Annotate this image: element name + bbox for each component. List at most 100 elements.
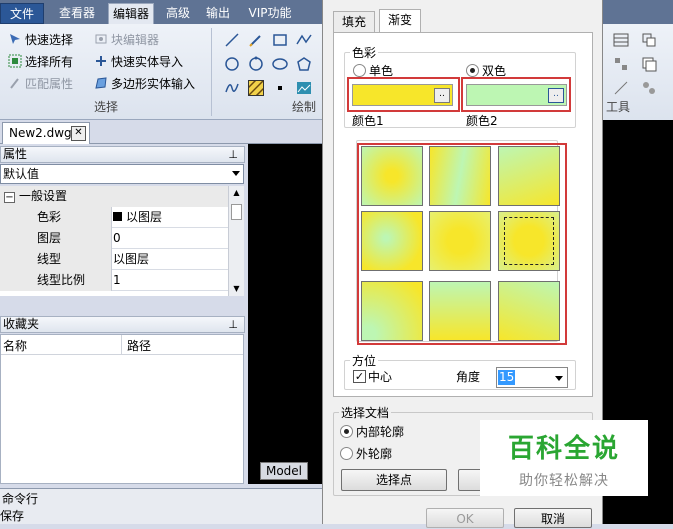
block-editor-button[interactable]: 块编辑器 — [94, 30, 159, 50]
tab-viewer[interactable]: 查看器 — [54, 3, 100, 24]
gradient-pattern-2[interactable] — [429, 146, 491, 206]
property-category-row[interactable]: − 一般设置 — [0, 186, 228, 207]
single-color-radio[interactable] — [353, 64, 366, 77]
polygon-tool-icon[interactable] — [296, 56, 312, 72]
model-tab[interactable]: Model — [260, 462, 308, 480]
trim-tool-icon[interactable] — [613, 80, 629, 96]
property-key: 色彩 — [0, 207, 112, 228]
gradient-pattern-8[interactable] — [429, 281, 491, 341]
layers-tool-icon[interactable] — [641, 56, 657, 72]
pin-icon[interactable]: ⊥ — [228, 317, 238, 332]
tab-vip[interactable]: VIP功能 — [244, 3, 296, 24]
property-value: 0 — [113, 231, 121, 245]
dual-color-radio[interactable] — [466, 64, 479, 77]
property-row[interactable]: 色彩 以图层 — [0, 207, 228, 228]
ok-button[interactable]: OK — [426, 508, 504, 528]
circle-3pt-tool-icon[interactable] — [248, 56, 264, 72]
col-path-header[interactable]: 路径 — [127, 337, 151, 354]
block-editor-icon — [94, 32, 108, 46]
select-all-icon — [8, 54, 22, 68]
collapse-icon[interactable]: − — [4, 192, 15, 203]
property-key: 线型 — [0, 249, 112, 270]
plus-icon — [94, 54, 108, 68]
scroll-down-icon[interactable]: ▼ — [231, 284, 242, 294]
scroll-thumb[interactable] — [231, 204, 242, 220]
property-scrollbar[interactable]: ▲ ▼ — [228, 186, 244, 296]
pin-icon[interactable]: ⊥ — [228, 147, 238, 162]
tab-advanced[interactable]: 高级 — [162, 3, 194, 24]
property-row[interactable]: 线型比例 1 — [0, 270, 228, 291]
pick-points-button[interactable]: 选择点 — [341, 469, 447, 491]
col-name-header[interactable]: 名称 — [3, 337, 27, 354]
color2-swatch[interactable]: .. — [466, 84, 567, 106]
tab-output[interactable]: 输出 — [202, 3, 234, 24]
chevron-down-icon — [232, 171, 240, 176]
puzzle-tool-icon[interactable] — [641, 80, 657, 96]
tab-fill[interactable]: 填充 — [333, 11, 376, 33]
document-tab[interactable]: New2.dwg ✕ — [2, 122, 90, 144]
hatch-tool-icon[interactable] — [244, 76, 268, 100]
ribbon-right-area: 工具 — [603, 24, 673, 120]
tab-file[interactable]: 文件 — [0, 3, 44, 24]
quick-import-button[interactable]: 快速实体导入 — [94, 52, 183, 72]
polygon-input-button[interactable]: 多边形实体输入 — [94, 74, 195, 94]
color2-label: 颜色2 — [466, 114, 498, 128]
color2-picker-button[interactable]: .. — [548, 88, 564, 103]
rectangle-tool-icon[interactable] — [272, 32, 288, 48]
center-checkbox[interactable]: ✓ — [353, 370, 366, 383]
property-value: 以图层 — [113, 207, 162, 228]
drawing-canvas[interactable] — [248, 144, 322, 484]
property-key: 图层 — [0, 228, 112, 249]
image-tool-icon[interactable] — [296, 80, 312, 96]
close-icon[interactable]: ✕ — [71, 126, 86, 141]
chevron-down-icon — [555, 376, 563, 381]
inner-outline-radio[interactable] — [340, 425, 353, 438]
spline-tool-icon[interactable] — [224, 80, 240, 96]
gradient-pattern-3[interactable] — [498, 146, 560, 206]
watermark-subtitle: 助你轻松解决 — [519, 473, 609, 489]
quick-select-button[interactable]: 快速选择 — [8, 30, 73, 50]
command-line-title: 命令行 — [2, 492, 39, 506]
color1-swatch[interactable]: .. — [352, 84, 453, 106]
color1-label: 颜色1 — [352, 114, 384, 128]
color1-picker-button[interactable]: .. — [434, 88, 450, 103]
gradient-pattern-5[interactable] — [429, 211, 491, 271]
match-props-button[interactable]: 匹配属性 — [8, 74, 73, 94]
grid-tool-icon[interactable] — [613, 32, 629, 48]
inner-outline-label: 内部轮廓 — [356, 425, 405, 439]
cancel-button[interactable]: 取消 — [514, 508, 592, 528]
polygon-icon — [94, 76, 108, 90]
blocks-tool-icon[interactable] — [613, 56, 629, 72]
category-label: − 一般设置 — [0, 186, 228, 207]
document-tab-label: New2.dwg — [9, 126, 72, 140]
tab-editor[interactable]: 编辑器 — [108, 3, 154, 24]
line-tool-icon[interactable] — [224, 32, 240, 48]
angle-select[interactable]: 15 — [496, 367, 568, 388]
properties-combo[interactable]: 默认值 — [0, 164, 244, 184]
gradient-pattern-9[interactable] — [498, 281, 560, 341]
select-all-button[interactable]: 选择所有 — [8, 52, 73, 72]
gradient-pattern-6[interactable] — [498, 211, 560, 271]
circle-tool-icon[interactable] — [224, 56, 240, 72]
favorites-panel — [0, 334, 244, 484]
favorites-header: 名称 路径 — [1, 335, 243, 355]
draw-group-label: 绘制 — [292, 100, 317, 114]
ellipse-tool-icon[interactable] — [272, 56, 288, 72]
group-divider — [211, 28, 212, 116]
quick-select-icon — [8, 32, 22, 46]
select-group-label: 选择 — [94, 100, 119, 114]
point-tool-icon[interactable] — [272, 80, 288, 96]
property-row[interactable]: 线型 以图层 — [0, 249, 228, 270]
outer-outline-radio[interactable] — [340, 447, 353, 460]
gradient-pattern-7[interactable] — [361, 281, 423, 341]
property-row[interactable]: 图层 0 — [0, 228, 228, 249]
polyline-tool-icon[interactable] — [296, 32, 312, 48]
tab-gradient[interactable]: 渐变 — [379, 9, 422, 33]
gradient-pattern-4[interactable] — [361, 211, 423, 271]
pencil-tool-icon[interactable] — [248, 32, 264, 48]
scroll-up-icon[interactable]: ▲ — [231, 188, 242, 198]
gradient-pattern-1[interactable] — [361, 146, 423, 206]
favorites-panel-title: 收藏夹 ⊥ — [0, 316, 245, 333]
copy-tool-icon[interactable] — [641, 32, 657, 48]
center-label: 中心 — [368, 370, 393, 384]
